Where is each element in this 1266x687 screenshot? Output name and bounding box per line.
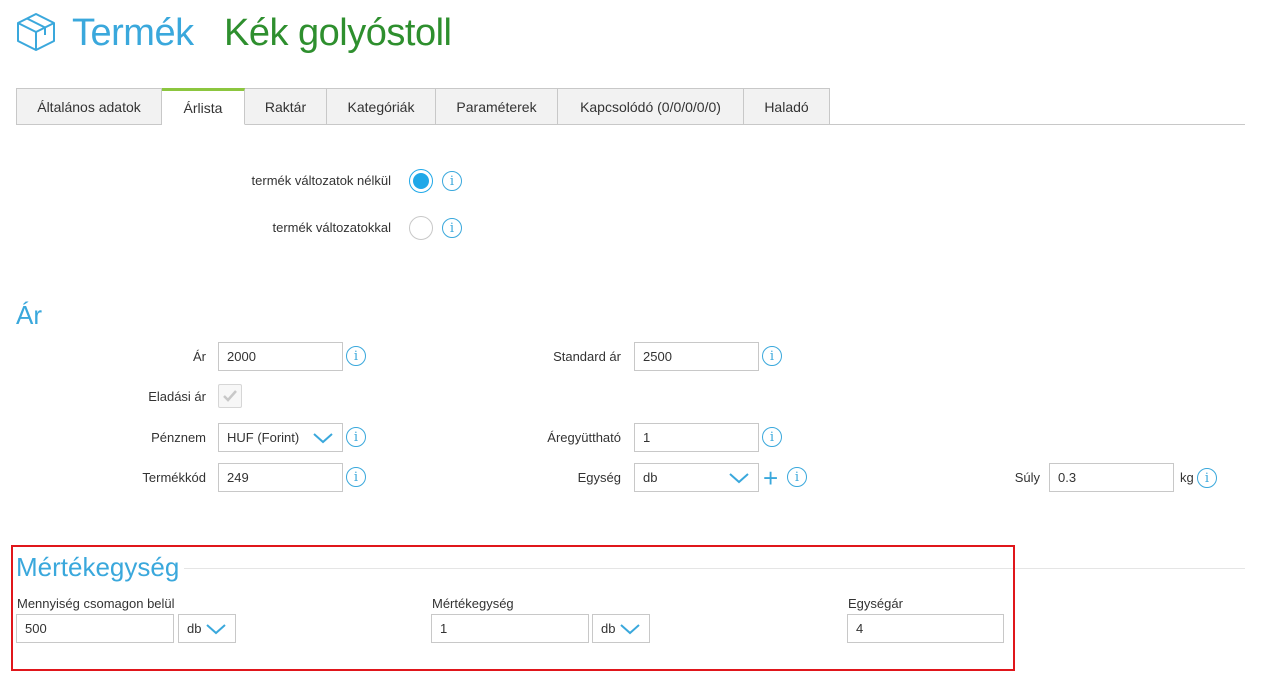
tab-price-list[interactable]: Árlista <box>162 88 245 125</box>
variants-with-label: termék változatokkal <box>272 220 392 235</box>
standard-price-input[interactable]: 2500 <box>634 342 759 371</box>
unit-value: db <box>643 470 658 485</box>
qty-label: Mennyiség csomagon belül <box>17 596 175 611</box>
weight-label: Súly <box>1014 470 1040 485</box>
tab-bar: Általános adatok Árlista Raktár Kategóri… <box>16 88 830 125</box>
info-icon[interactable]: i <box>787 467 807 487</box>
unit-label: Egység <box>577 470 621 485</box>
info-icon[interactable]: i <box>442 171 462 191</box>
unit-select[interactable]: db <box>634 463 759 492</box>
price-factor-label: Áregyüttható <box>547 430 621 445</box>
info-icon[interactable]: i <box>442 218 462 238</box>
currency-label: Pénznem <box>151 430 206 445</box>
variants-without-radio[interactable] <box>409 169 433 193</box>
measure-section-title: Mértékegység <box>16 552 180 582</box>
info-icon[interactable]: i <box>1197 468 1217 488</box>
qty-unit-select[interactable]: db <box>178 614 236 643</box>
info-icon[interactable]: i <box>762 427 782 447</box>
page-title: Termék <box>72 12 194 54</box>
sale-price-checkbox[interactable] <box>218 384 242 408</box>
price-input[interactable]: 2000 <box>218 342 343 371</box>
tab-advanced[interactable]: Haladó <box>744 88 830 125</box>
currency-value: HUF (Forint) <box>227 430 300 445</box>
tab-categories[interactable]: Kategóriák <box>327 88 436 125</box>
product-name: Kék golyóstoll <box>224 12 452 54</box>
tab-related[interactable]: Kapcsolódó (0/0/0/0/0) <box>558 88 744 125</box>
info-icon[interactable]: i <box>346 427 366 447</box>
chevron-down-icon <box>729 472 749 483</box>
chevron-down-icon <box>206 623 226 634</box>
price-factor-input[interactable]: 1 <box>634 423 759 452</box>
chevron-down-icon <box>620 623 640 634</box>
measure-input[interactable]: 1 <box>431 614 589 643</box>
unit-price-label: Egységár <box>848 596 903 611</box>
info-icon[interactable]: i <box>762 346 782 366</box>
currency-select[interactable]: HUF (Forint) <box>218 423 343 452</box>
add-unit-plus-icon[interactable]: + <box>763 465 778 491</box>
chevron-down-icon <box>313 432 333 443</box>
tab-general[interactable]: Általános adatok <box>16 88 162 125</box>
sale-price-label: Eladási ár <box>148 389 206 404</box>
weight-input[interactable]: 0.3 <box>1049 463 1174 492</box>
price-label: Ár <box>193 349 206 364</box>
standard-price-label: Standard ár <box>553 349 621 364</box>
variants-without-label: termék változatok nélkül <box>251 173 391 188</box>
unit-price-input[interactable]: 4 <box>847 614 1004 643</box>
info-icon[interactable]: i <box>346 467 366 487</box>
box-icon <box>14 10 58 54</box>
variants-with-radio[interactable] <box>409 216 433 240</box>
info-icon[interactable]: i <box>346 346 366 366</box>
price-section-title: Ár <box>16 300 42 330</box>
tab-parameters[interactable]: Paraméterek <box>436 88 558 125</box>
measure-unit-select[interactable]: db <box>592 614 650 643</box>
measure-unit-value: db <box>601 621 616 636</box>
weight-unit: kg <box>1180 470 1194 485</box>
tab-stock[interactable]: Raktár <box>245 88 327 125</box>
qty-input[interactable]: 500 <box>16 614 174 643</box>
product-code-input[interactable]: 249 <box>218 463 343 492</box>
product-code-label: Termékkód <box>142 470 206 485</box>
measure-label: Mértékegység <box>432 596 514 611</box>
check-icon <box>223 390 237 402</box>
qty-unit-value: db <box>187 621 202 636</box>
